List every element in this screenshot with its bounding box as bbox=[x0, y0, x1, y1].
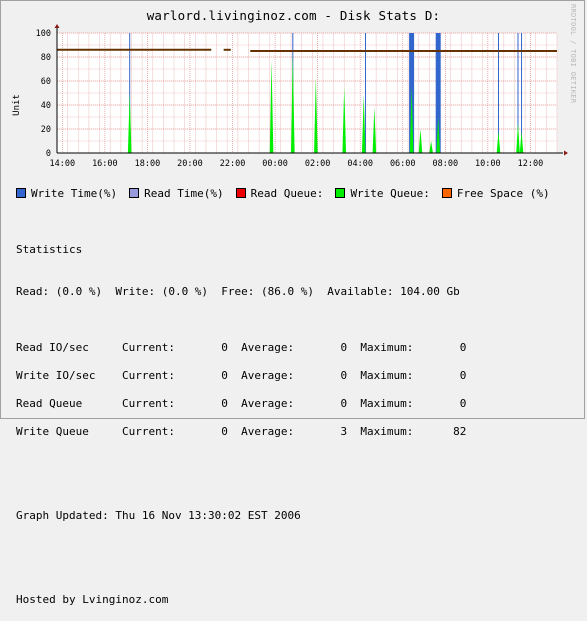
x-tick-label: 06:00 bbox=[390, 159, 416, 169]
y-tick-label: 20 bbox=[41, 125, 51, 135]
legend-swatch bbox=[16, 188, 26, 198]
y-tick-label: 0 bbox=[46, 149, 51, 159]
x-tick-label: 08:00 bbox=[433, 159, 459, 169]
x-tick-label: 16:00 bbox=[92, 159, 118, 169]
stats-row: Write Queue Current: 0 Average: 3 Maximu… bbox=[16, 425, 467, 438]
legend-label: Read Time(%) bbox=[144, 187, 224, 200]
legend-swatch bbox=[129, 188, 140, 198]
legend-item: Free Space (%) bbox=[441, 187, 550, 200]
x-tick-label: 02:00 bbox=[305, 159, 331, 169]
statistics-block: Statistics Read: (0.0 %) Write: (0.0 %) … bbox=[16, 215, 466, 621]
y-axis-arrow bbox=[54, 24, 60, 28]
y-tick-label: 60 bbox=[41, 77, 51, 87]
y-tick-label: 80 bbox=[41, 53, 51, 63]
x-tick-label: 18:00 bbox=[135, 159, 161, 169]
legend: Write Time(%) Read Time(%) Read Queue: Writ… bbox=[16, 187, 562, 200]
legend-item: Write Time(%) bbox=[16, 187, 117, 200]
x-tick-label: 22:00 bbox=[220, 159, 246, 169]
x-tick-label: 10:00 bbox=[475, 159, 501, 169]
legend-item: Read Queue: bbox=[235, 187, 324, 200]
x-tick-label: 20:00 bbox=[177, 159, 203, 169]
stats-row: Write IO/sec Current: 0 Average: 0 Maxim… bbox=[16, 369, 467, 382]
legend-label: Write Time(%) bbox=[31, 187, 118, 200]
x-tick-label: 04:00 bbox=[347, 159, 373, 169]
stats-summary: Read: (0.0 %) Write: (0.0 %) Free: (86.0… bbox=[16, 285, 460, 298]
chart-plot: 0 20 40 60 80 100 14:00 16:00 18:00 20:00 22:00 00:… bbox=[36, 24, 568, 169]
legend-label: Free Space (%) bbox=[456, 187, 550, 200]
stats-row: Read IO/sec Current: 0 Average: 0 Maximu… bbox=[16, 341, 467, 354]
stats-heading: Statistics bbox=[16, 243, 83, 256]
legend-item: Write Queue: bbox=[335, 187, 430, 200]
stats-row: Read Queue Current: 0 Average: 0 Maximum… bbox=[16, 397, 467, 410]
legend-label: Write Queue: bbox=[350, 187, 430, 200]
x-tick-label: 14:00 bbox=[50, 159, 76, 169]
legend-swatch bbox=[235, 188, 246, 198]
x-tick-label: 00:00 bbox=[262, 159, 288, 169]
legend-item: Read Time(%) bbox=[129, 187, 224, 200]
legend-swatch bbox=[335, 188, 346, 198]
x-tick-label: 12:00 bbox=[518, 159, 544, 169]
hosted-by-text: Hosted by Lvinginoz.com bbox=[16, 593, 169, 606]
legend-label: Read Queue: bbox=[250, 187, 324, 200]
legend-swatch bbox=[441, 188, 452, 198]
x-axis-arrow bbox=[564, 150, 568, 156]
y-tick-label: 40 bbox=[41, 101, 51, 111]
graph-updated-text: Graph Updated: Thu 16 Nov 13:30:02 EST 2… bbox=[16, 509, 301, 522]
y-tick-label: 100 bbox=[36, 29, 51, 39]
